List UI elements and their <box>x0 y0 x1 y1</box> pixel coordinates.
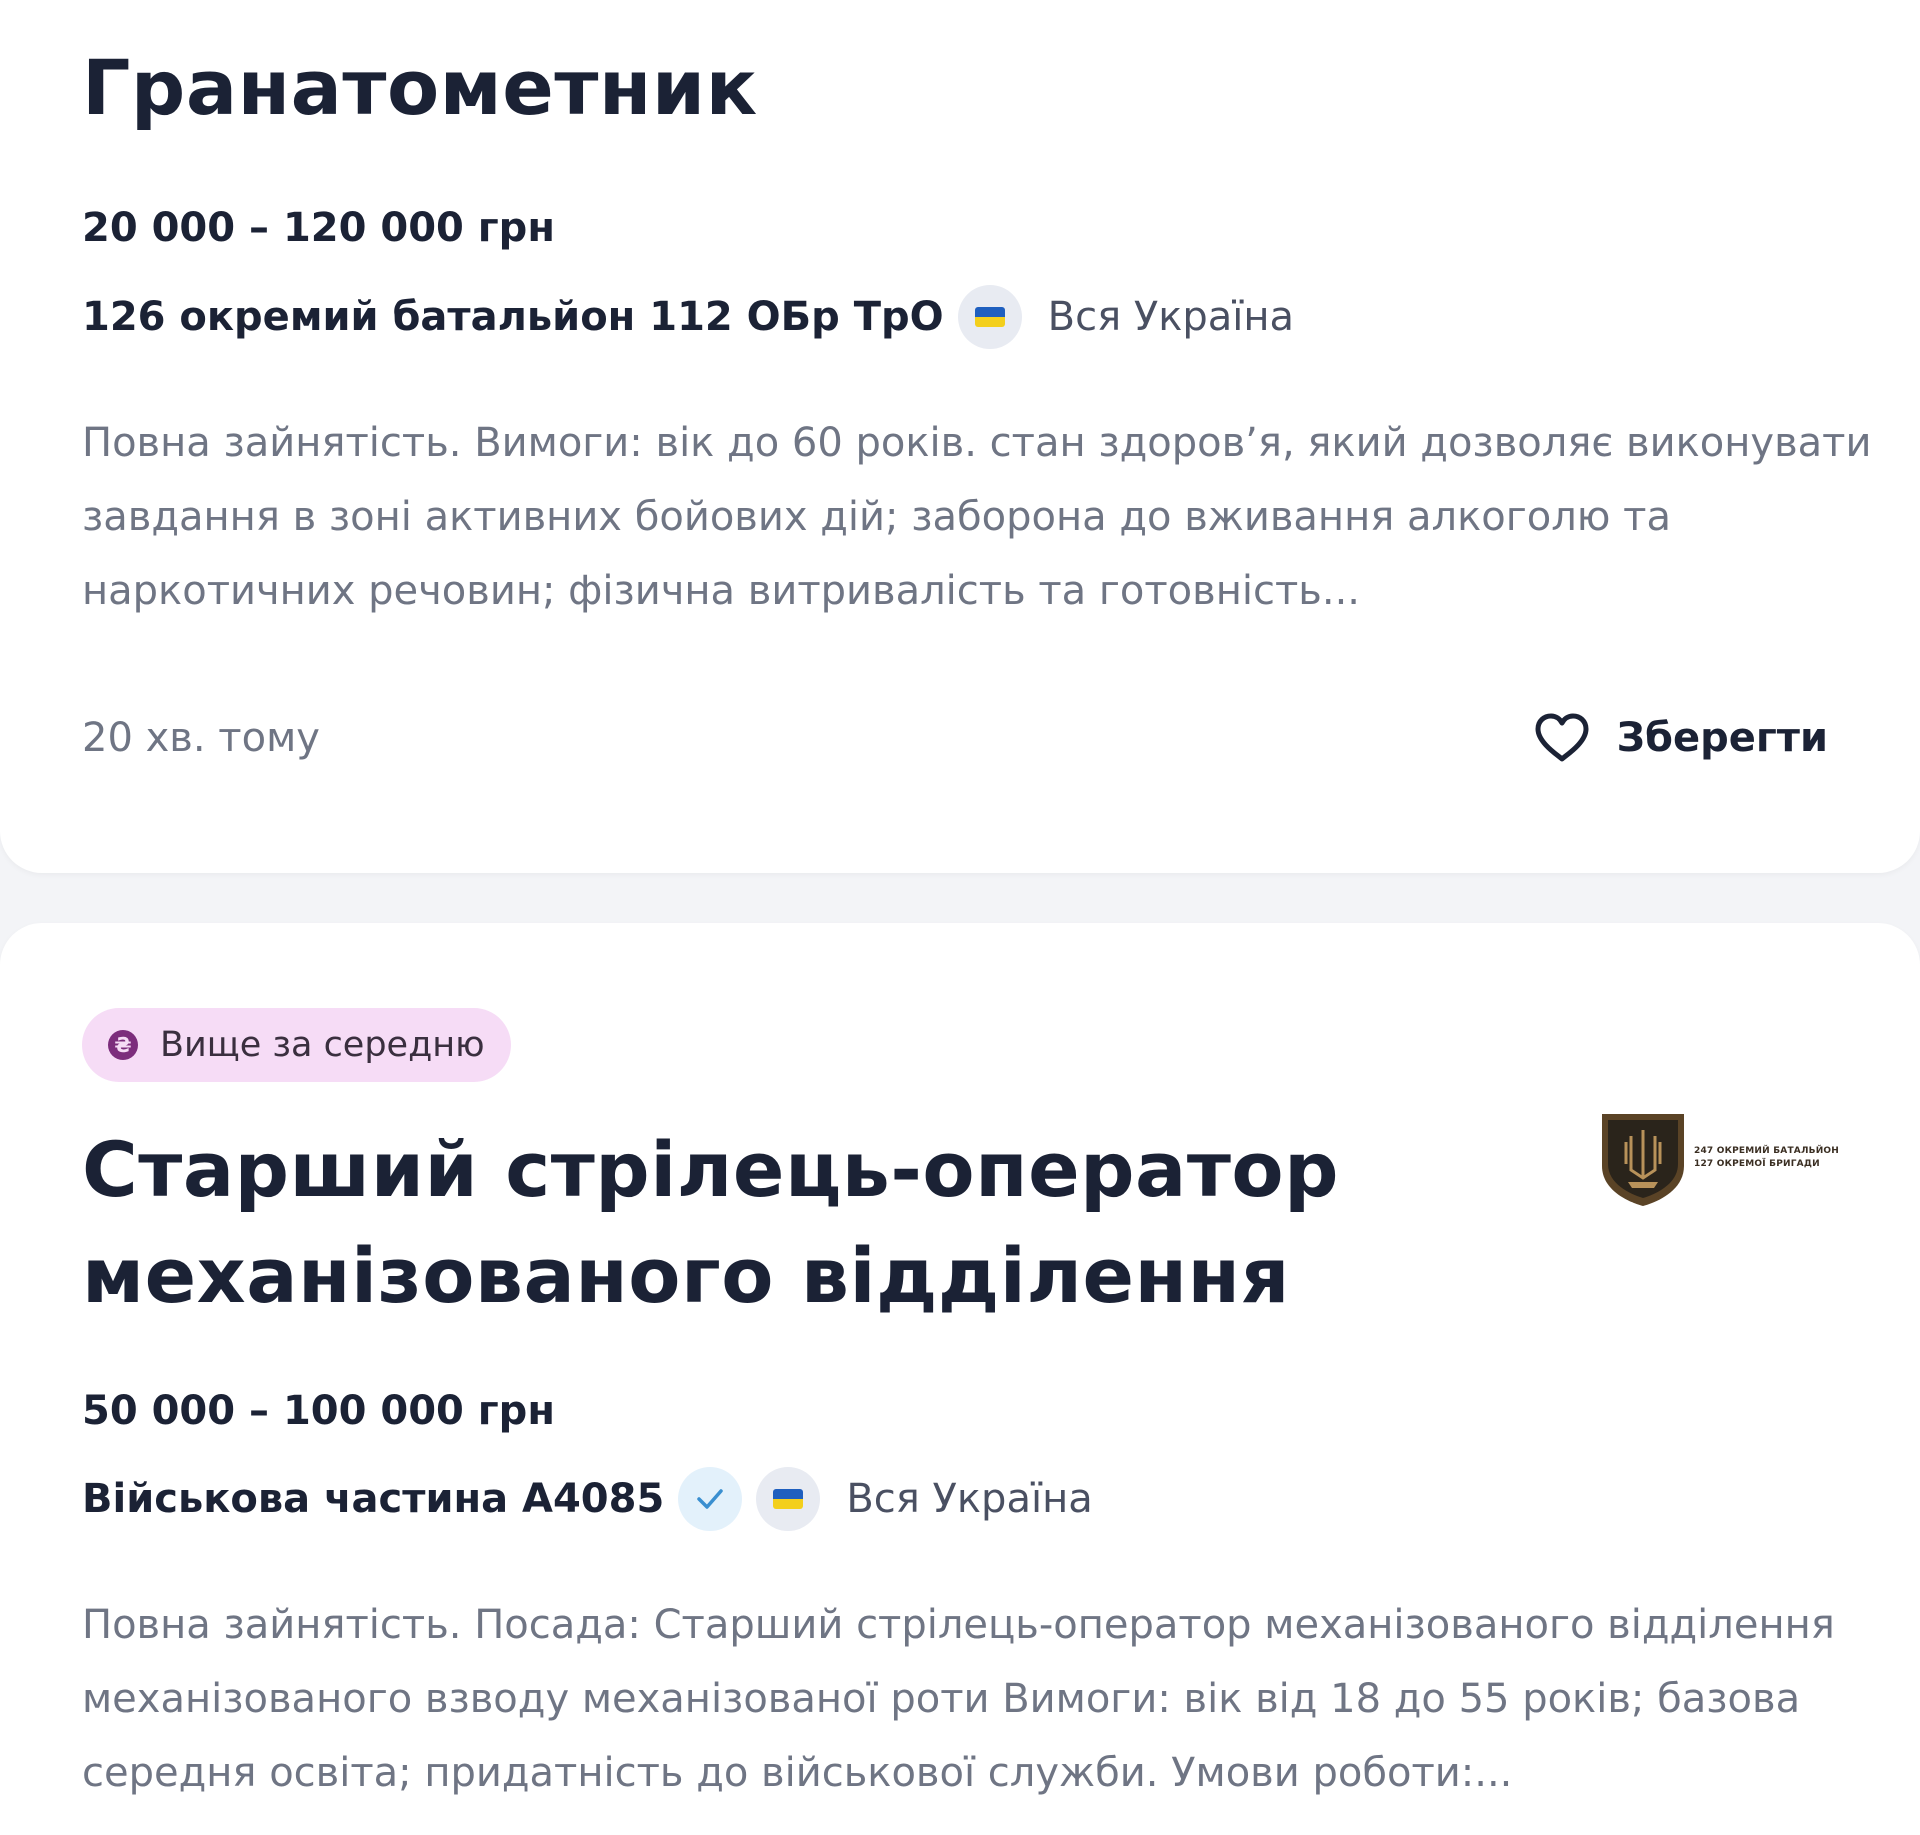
save-button[interactable]: Зберегти <box>1533 700 1828 776</box>
company-row: Військова частина А4085 Вся Україна <box>82 1464 1093 1534</box>
vacancy-description: Повна зайнятість. Вимоги: вік до 60 рокі… <box>82 420 1872 614</box>
vacancy-description: Повна зайнятість. Посада: Старший стріле… <box>82 1602 1835 1796</box>
coin-icon: ₴ <box>108 1030 138 1060</box>
ukraine-flag-icon <box>756 1467 821 1531</box>
company-name[interactable]: Військова частина А4085 <box>82 1476 664 1522</box>
ukraine-flag-icon <box>957 285 1022 349</box>
vacancy-location: Вся Україна <box>846 1476 1093 1522</box>
vacancy-title[interactable]: Гранатометник <box>82 40 758 136</box>
company-row: 126 окремий батальйон 112 ОБр ТрО Вся Ук… <box>82 282 1294 352</box>
posted-time: 20 хв. тому <box>82 715 320 761</box>
logo-line: 127 ОКРЕМОЇ БРИГАДИ <box>1694 1159 1820 1169</box>
logo-line: 247 ОКРЕМИЙ БАТАЛЬЙОН <box>1694 1146 1840 1156</box>
salary-tag-label: Вище за середню <box>160 1025 485 1065</box>
vacancy-salary: 20 000 – 120 000 грн <box>82 205 555 251</box>
vacancy-location: Вся Україна <box>1047 294 1295 340</box>
verified-badge <box>678 1467 743 1531</box>
vacancy-title[interactable]: Старший стрілець-оператор механізованого… <box>82 1117 1482 1329</box>
shield-emblem-icon <box>1602 1114 1684 1206</box>
vacancy-card[interactable]: Гранатометник 20 000 – 120 000 грн 126 о… <box>0 0 1920 873</box>
salary-tag: ₴ Вище за середню <box>82 1008 511 1082</box>
save-button-label: Зберегти <box>1616 715 1828 761</box>
heart-icon <box>1535 713 1589 762</box>
company-logo[interactable]: 247 ОКРЕМИЙ БАТАЛЬЙОН 127 ОКРЕМОЇ БРИГАД… <box>1598 1108 1868 1208</box>
check-icon <box>697 1489 724 1509</box>
company-name[interactable]: 126 окремий батальйон 112 ОБр ТрО <box>82 294 944 340</box>
vacancy-salary: 50 000 – 100 000 грн <box>82 1388 555 1434</box>
